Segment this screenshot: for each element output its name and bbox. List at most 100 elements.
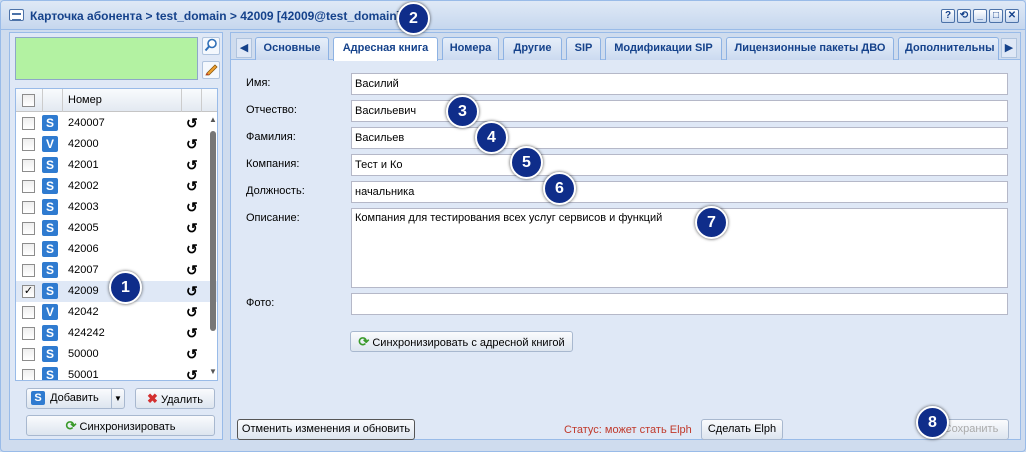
history-icon[interactable]: ↺ xyxy=(186,241,198,258)
filter-field[interactable] xyxy=(15,37,198,80)
tab-address-book[interactable]: Адресная книга xyxy=(333,37,438,61)
table-row[interactable]: 240007 ↺ xyxy=(16,113,217,134)
callout-marker-1: 1 xyxy=(109,271,142,304)
row-checkbox[interactable] xyxy=(22,117,35,130)
tab-sip-modifications[interactable]: Модификации SIP xyxy=(605,37,722,60)
scroll-thumb[interactable] xyxy=(210,131,216,331)
table-row[interactable]: 42003 ↺ xyxy=(16,197,217,218)
description-field[interactable]: Компания для тестирования всех услуг сер… xyxy=(351,208,1008,288)
subscriber-type-icon xyxy=(42,304,58,320)
sync-addressbook-label: Синхронизировать с адресной книгой xyxy=(372,337,565,349)
row-checkbox[interactable] xyxy=(22,159,35,172)
row-number: 42001 xyxy=(68,159,99,171)
history-icon[interactable]: ↺ xyxy=(186,325,198,342)
table-row[interactable]: 50001 ↺ xyxy=(16,365,217,381)
surname-field[interactable]: Васильев xyxy=(351,127,1008,149)
history-icon[interactable]: ↺ xyxy=(186,283,198,300)
delete-button[interactable]: ✖ Удалить xyxy=(135,388,215,409)
row-checkbox[interactable] xyxy=(22,201,35,214)
history-icon[interactable]: ↺ xyxy=(186,178,198,195)
callout-marker-3: 3 xyxy=(446,95,479,128)
photo-label: Фото: xyxy=(246,297,275,309)
description-label: Описание: xyxy=(246,212,300,224)
grid-scrollbar[interactable]: ▲ ▼ xyxy=(208,113,217,380)
history-icon[interactable]: ↺ xyxy=(186,367,198,380)
row-number: 42007 xyxy=(68,264,99,276)
history-icon[interactable]: ↺ xyxy=(186,115,198,132)
photo-field[interactable] xyxy=(351,293,1008,315)
row-checkbox[interactable] xyxy=(22,348,35,361)
sync-arrows-icon: ⟳ xyxy=(65,418,77,433)
table-row[interactable]: 42005 ↺ xyxy=(16,218,217,239)
edit-pencil-icon[interactable] xyxy=(202,61,220,79)
row-checkbox[interactable] xyxy=(22,222,35,235)
subscriber-type-icon xyxy=(42,262,58,278)
help-icon[interactable]: ? xyxy=(941,9,955,23)
table-row[interactable]: 42002 ↺ xyxy=(16,176,217,197)
row-checkbox[interactable] xyxy=(22,180,35,193)
history-icon[interactable]: ↺ xyxy=(186,304,198,321)
company-field[interactable]: Тест и Ко xyxy=(351,154,1008,176)
row-checkbox[interactable] xyxy=(22,306,35,319)
row-number: 50001 xyxy=(68,369,99,381)
add-dropdown-arrow-icon[interactable]: ▼ xyxy=(111,389,124,408)
tab-sip[interactable]: SIP xyxy=(566,37,601,60)
table-row[interactable]: 42001 ↺ xyxy=(16,155,217,176)
company-label: Компания: xyxy=(246,158,300,170)
history-icon[interactable]: ↺ xyxy=(186,262,198,279)
position-field[interactable]: начальника xyxy=(351,181,1008,203)
scroll-down-icon[interactable]: ▼ xyxy=(209,367,217,376)
row-number: 50000 xyxy=(68,348,99,360)
add-button[interactable]: Добавить ▼ xyxy=(26,388,125,409)
close-icon[interactable]: ✕ xyxy=(1005,9,1019,23)
row-checkbox[interactable] xyxy=(22,138,35,151)
tab-other[interactable]: Другие xyxy=(503,37,562,60)
table-row[interactable]: 42042 ↺ xyxy=(16,302,217,323)
table-row[interactable]: 424242 ↺ xyxy=(16,323,217,344)
row-number: 424242 xyxy=(68,327,105,339)
row-checkbox[interactable]: ✓ xyxy=(22,285,35,298)
history-icon[interactable]: ↺ xyxy=(186,136,198,153)
history-icon[interactable]: ↺ xyxy=(186,199,198,216)
history-icon[interactable]: ↺ xyxy=(186,346,198,363)
callout-marker-5: 5 xyxy=(510,146,543,179)
subscriber-card-window: Карточка абонента > test_domain > 42009 … xyxy=(0,0,1026,452)
column-header-number[interactable]: Номер xyxy=(68,94,102,106)
row-checkbox[interactable] xyxy=(22,369,35,380)
name-field[interactable]: Василий xyxy=(351,73,1008,95)
tab-additional[interactable]: Дополнительны xyxy=(898,37,999,60)
numbers-panel: Номер 240007↺42000↺42001↺42002↺42003↺420… xyxy=(9,32,223,440)
numbers-grid: Номер 240007↺42000↺42001↺42002↺42003↺420… xyxy=(15,88,218,381)
maximize-icon[interactable]: □ xyxy=(989,9,1003,23)
subscriber-type-icon xyxy=(42,220,58,236)
tab-scroll-right-icon[interactable]: ▶ xyxy=(1001,38,1017,58)
history-icon[interactable]: ↺ xyxy=(186,157,198,174)
cancel-refresh-button[interactable]: Отменить изменения и обновить xyxy=(237,419,415,440)
search-icon[interactable] xyxy=(202,37,220,55)
subscriber-type-icon xyxy=(42,283,58,299)
tab-main[interactable]: Основные xyxy=(255,37,329,60)
title-bar[interactable]: Карточка абонента > test_domain > 42009 … xyxy=(1,1,1025,30)
table-row[interactable]: 42006 ↺ xyxy=(16,239,217,260)
tab-numbers[interactable]: Номера xyxy=(442,37,499,60)
make-elph-button[interactable]: Сделать Elph xyxy=(701,419,783,440)
refresh-icon[interactable]: ⟲ xyxy=(957,9,971,23)
history-icon[interactable]: ↺ xyxy=(186,220,198,237)
table-row[interactable]: 42000 ↺ xyxy=(16,134,217,155)
tab-scroll-left-icon[interactable]: ◀ xyxy=(236,38,252,58)
callout-marker-7: 7 xyxy=(695,206,728,239)
table-row[interactable]: 50000 ↺ xyxy=(16,344,217,365)
callout-marker-6: 6 xyxy=(543,172,576,205)
scroll-up-icon[interactable]: ▲ xyxy=(209,115,217,124)
row-checkbox[interactable] xyxy=(22,327,35,340)
select-all-checkbox[interactable] xyxy=(22,94,35,107)
sync-addressbook-button[interactable]: ⟳ Синхронизировать с адресной книгой xyxy=(350,331,573,352)
tab-license-packages[interactable]: Лицензионные пакеты ДВО xyxy=(726,37,894,60)
row-checkbox[interactable] xyxy=(22,243,35,256)
row-checkbox[interactable] xyxy=(22,264,35,277)
row-number: 42000 xyxy=(68,138,99,150)
status-text: Статус: может стать Elph xyxy=(564,424,692,436)
delete-button-label: Удалить xyxy=(160,394,203,406)
sync-button[interactable]: ⟳ Синхронизировать xyxy=(26,415,215,436)
minimize-icon[interactable]: _ xyxy=(973,9,987,23)
